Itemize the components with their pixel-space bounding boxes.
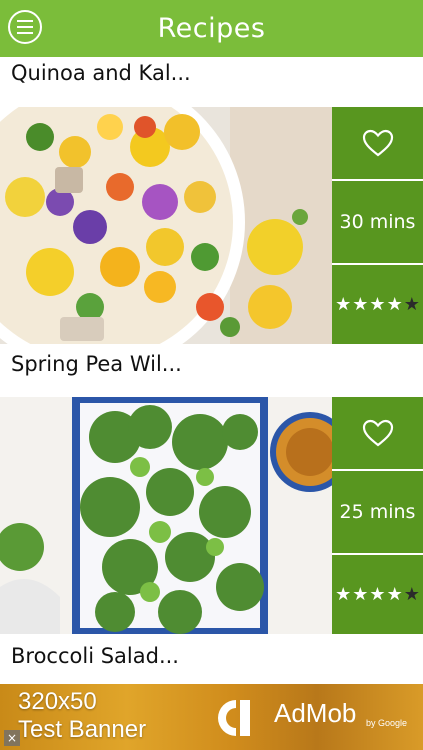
heart-outline-icon: [362, 419, 393, 447]
star-icon: ★: [386, 583, 403, 605]
admob-by-google: by Google: [366, 718, 408, 728]
recipe-title[interactable]: Quinoa and Kal...: [0, 61, 423, 85]
star-icon: ★: [335, 583, 352, 605]
star-icon: ★: [352, 293, 369, 315]
cook-time: 30 mins: [332, 181, 423, 265]
admob-logo-icon: [218, 700, 250, 736]
recipe-card[interactable]: 25 mins ★ ★ ★ ★ ★: [0, 397, 423, 634]
recipe-photo[interactable]: [0, 397, 332, 634]
ad-banner[interactable]: 320x50 Test Banner × AdMob by Google: [0, 684, 423, 750]
recipe-card[interactable]: 30 mins ★ ★ ★ ★ ★: [0, 107, 423, 344]
star-empty-icon: ★: [403, 583, 420, 605]
star-icon: ★: [386, 293, 403, 315]
favorite-button[interactable]: [332, 397, 423, 471]
star-icon: ★: [369, 293, 386, 315]
rating-stars: ★ ★ ★ ★ ★: [335, 583, 420, 605]
rating-stars: ★ ★ ★ ★ ★: [335, 293, 420, 315]
recipe-title[interactable]: Broccoli Salad...: [0, 644, 423, 668]
close-icon[interactable]: ×: [4, 730, 20, 746]
heart-outline-icon: [362, 129, 393, 157]
app-header: Recipes: [0, 0, 423, 57]
page-title: Recipes: [157, 13, 266, 44]
star-half-icon: ★: [403, 293, 420, 315]
favorite-button[interactable]: [332, 107, 423, 181]
star-icon: ★: [352, 583, 369, 605]
recipe-side-panel: 25 mins ★ ★ ★ ★ ★: [332, 397, 423, 634]
recipe-photo[interactable]: [0, 107, 332, 344]
recipe-title[interactable]: Spring Pea Wil...: [0, 352, 423, 376]
ad-text: 320x50 Test Banner: [18, 688, 147, 743]
rating: ★ ★ ★ ★ ★: [332, 555, 423, 634]
menu-button[interactable]: [8, 10, 42, 44]
star-icon: ★: [369, 583, 386, 605]
menu-icon: [17, 20, 33, 22]
admob-brand: AdMob: [274, 698, 357, 728]
recipe-image: [0, 397, 332, 634]
star-icon: ★: [335, 293, 352, 315]
rating: ★ ★ ★ ★ ★: [332, 265, 423, 344]
cook-time: 25 mins: [332, 471, 423, 555]
recipe-side-panel: 30 mins ★ ★ ★ ★ ★: [332, 107, 423, 344]
recipe-image: [0, 107, 332, 344]
